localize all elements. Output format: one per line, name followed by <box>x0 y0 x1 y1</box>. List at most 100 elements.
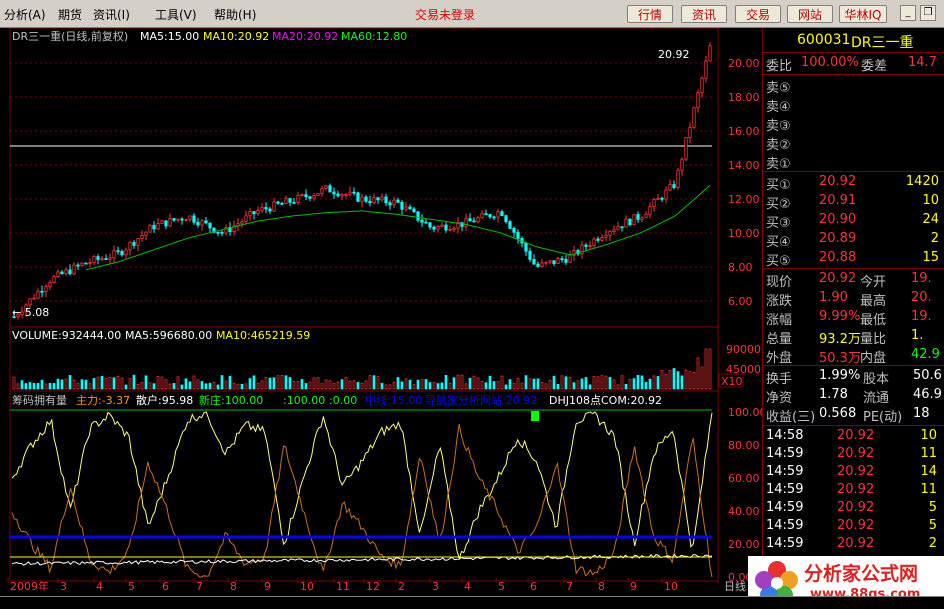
time-tick-label: 9 <box>264 580 271 593</box>
stat-row: 外盘 50.3万 内盘 42.9 <box>763 347 944 366</box>
candle-body <box>220 231 224 234</box>
volume-bar <box>508 379 512 390</box>
time-tick-label: 4 <box>464 580 471 593</box>
volume-bar <box>88 383 92 390</box>
candle-body <box>700 77 704 94</box>
candle-body <box>560 258 564 261</box>
bid-row: 买② 20.91 10 <box>763 193 944 212</box>
candle-body <box>692 107 696 128</box>
candle-body <box>584 244 588 247</box>
quote-button[interactable]: 行情 <box>627 5 673 23</box>
fundamental-value: 1.99% <box>819 368 861 383</box>
bid-row: 买④ 20.89 2 <box>763 231 944 250</box>
time-tick-label: 8 <box>598 580 605 593</box>
menu-analysis[interactable]: 分析(A) <box>4 6 46 23</box>
chart-title: DR三一重(日线,前复权) <box>12 29 128 43</box>
fundamental-row: 净资 1.78 流通 46.9 <box>763 387 944 406</box>
fundamental-value: 0.568 <box>819 406 857 421</box>
volume-bar <box>84 379 88 390</box>
volume-bar <box>360 382 364 390</box>
volume-bar <box>708 348 712 390</box>
candle-body <box>548 260 552 263</box>
volume-bar <box>352 380 356 390</box>
volume-bar <box>16 383 20 390</box>
volume-bar <box>60 379 64 390</box>
volume-bar <box>632 378 636 390</box>
candle-body <box>32 297 36 300</box>
tick-row: 14:59 20.92 5 <box>763 500 944 519</box>
volume-bar <box>440 382 444 390</box>
login-status: 交易未登录 <box>415 8 476 22</box>
time-tick-label: 7 <box>196 580 203 593</box>
fundamental-label: 股本 <box>863 372 890 387</box>
volume-bar <box>56 378 60 390</box>
stat-row: 涨幅 9.99% 最低 19. <box>763 309 944 328</box>
daohang-label: 导航家分析网站:20.92 <box>425 393 537 407</box>
volume-bar <box>460 374 464 390</box>
volume-bar <box>656 376 660 390</box>
candle-body <box>528 250 532 260</box>
volume-bar <box>104 378 108 390</box>
candle-body <box>68 269 72 275</box>
candle-body <box>100 258 104 261</box>
tick-volume: 14 <box>920 464 937 479</box>
menu-tools[interactable]: 工具(V) <box>155 6 197 23</box>
volume-bar <box>176 376 180 390</box>
time-tick-label: 12 <box>366 580 380 593</box>
volume-bar <box>372 375 376 390</box>
candle-body <box>56 271 60 277</box>
volume-bar <box>344 376 348 390</box>
restore-icon[interactable]: ❐ <box>920 5 936 21</box>
volume-bar <box>236 383 240 390</box>
ask-label: 卖③ <box>766 119 791 134</box>
candle-body <box>304 194 308 198</box>
indicator-tick-label: 80.00 <box>728 439 760 452</box>
price-tick-label: 12.00 <box>728 193 760 206</box>
time-tick-label: 6 <box>162 580 169 593</box>
menu-futures[interactable]: 期货 <box>58 6 82 23</box>
volume-bar <box>472 375 476 390</box>
ma20-label: MA20:20.92 <box>272 30 338 43</box>
volume-bar <box>316 377 320 390</box>
candle-body <box>604 234 608 238</box>
stat-label: 涨跌 <box>766 294 793 309</box>
candle-body <box>80 262 84 266</box>
volume-bar <box>276 375 280 390</box>
trade-button[interactable]: 交易 <box>735 5 781 23</box>
tick-volume: 2 <box>928 536 937 551</box>
menu-news[interactable]: 资讯(I) <box>93 6 130 23</box>
candle-body <box>288 198 292 203</box>
candle-body <box>516 231 520 239</box>
stock-header: 600031 DR三一重 <box>763 32 944 51</box>
candle-body <box>420 219 424 223</box>
bid-volume: 24 <box>922 212 939 227</box>
candle-body <box>136 238 140 246</box>
website-button[interactable]: 网站 <box>787 5 833 23</box>
candle-body <box>608 231 612 236</box>
volume-bar <box>384 384 388 390</box>
fundamental-label: 收益(三) <box>766 410 816 425</box>
minimize-icon[interactable]: _ <box>900 5 916 21</box>
price-tick-label: 16.00 <box>728 125 760 138</box>
candle-body <box>252 211 256 215</box>
volume-bar <box>588 384 592 390</box>
news-button[interactable]: 资讯 <box>681 5 727 23</box>
volume-label: VOLUME:932444.00 <box>12 329 121 342</box>
volume-bar <box>140 381 144 390</box>
time-tick-label: 3 <box>432 580 439 593</box>
candle-body <box>508 221 512 229</box>
volume-bar <box>648 378 652 390</box>
volume-bar <box>144 375 148 390</box>
volume-bar <box>116 375 120 390</box>
volume-bar <box>248 378 252 390</box>
candle-body <box>168 218 172 227</box>
volume-bar <box>208 382 212 390</box>
volume-bar <box>636 375 640 390</box>
menu-help[interactable]: 帮助(H) <box>214 6 256 23</box>
volume-bar <box>224 380 228 390</box>
price-tick-label: 18.00 <box>728 91 760 104</box>
candle-body <box>672 184 676 188</box>
hualin-iq-button[interactable]: 华林IQ <box>839 5 887 23</box>
volume-bar <box>424 379 428 390</box>
candle-body <box>484 213 488 216</box>
